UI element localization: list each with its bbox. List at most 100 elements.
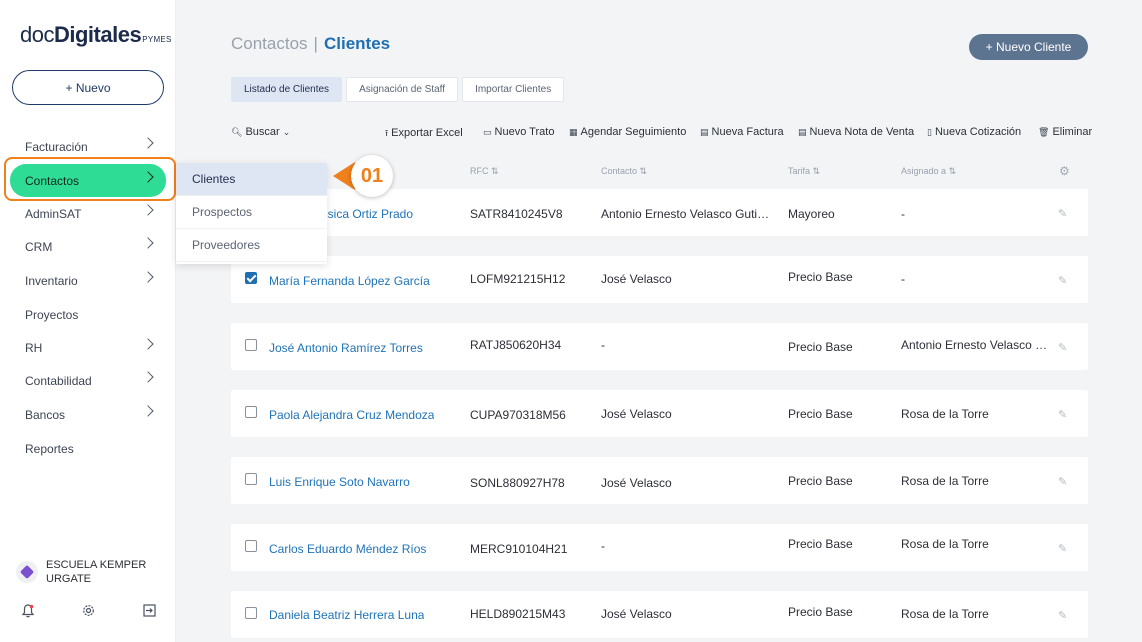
schedule-followup-button[interactable]: ▦ Agendar Seguimiento xyxy=(569,126,686,138)
tab-listado-clientes[interactable]: Listado de Clientes xyxy=(231,77,343,102)
row-checkbox[interactable] xyxy=(245,406,257,418)
row-checkbox[interactable] xyxy=(245,339,257,351)
search-button[interactable]: 🔍︎ Buscar ⌄ xyxy=(231,126,293,138)
export-excel-button[interactable]: ⭱ Exportar Excel xyxy=(385,126,463,142)
chevron-right-icon xyxy=(142,204,154,216)
sidebar-item-adminsat[interactable]: AdminSAT xyxy=(10,197,166,230)
settings-icon[interactable] xyxy=(80,604,96,620)
action-label: Nueva Nota de Venta xyxy=(809,126,915,138)
sort-icon: ⇅ xyxy=(948,166,957,176)
chevron-right-icon xyxy=(142,405,154,417)
sidebar-item-inventario[interactable]: Inventario xyxy=(10,264,166,297)
contact-cell: Antonio Ernesto Velasco Gutiér... xyxy=(601,207,773,221)
action-label: Exportar Excel xyxy=(391,127,463,139)
edit-icon[interactable]: ✎ xyxy=(1058,475,1067,488)
edit-icon[interactable]: ✎ xyxy=(1058,408,1067,421)
client-name-link[interactable]: Daniela Beatriz Herrera Luna xyxy=(269,608,424,622)
column-header-asignado[interactable]: Asignado a ⇅ xyxy=(901,166,956,177)
sidebar-item-label: Inventario xyxy=(25,273,78,288)
assigned-cell: Rosa de la Torre xyxy=(901,474,989,488)
tab-asignacion-staff[interactable]: Asignación de Staff xyxy=(346,77,459,102)
invoice-icon: ▤ xyxy=(700,127,709,137)
column-header-tarifa[interactable]: Tarifa ⇅ xyxy=(788,166,820,177)
rfc-cell: LOFM921215H12 xyxy=(470,272,566,286)
submenu-item-clientes[interactable]: Clientes xyxy=(176,163,327,196)
sidebar-item-rh[interactable]: RH xyxy=(10,331,166,364)
new-invoice-button[interactable]: ▤ Nueva Factura xyxy=(700,126,784,138)
chevron-right-icon xyxy=(142,171,154,183)
sidebar-item-contabilidad[interactable]: Contabilidad xyxy=(10,364,166,397)
app-logo[interactable]: docDigitalesPYMES xyxy=(20,22,172,48)
sidebar-item-label: Contactos xyxy=(25,173,80,188)
search-icon: 🔍︎ xyxy=(231,127,243,137)
column-header-contacto[interactable]: Contacto ⇅ xyxy=(601,166,647,177)
client-name-link[interactable]: María Fernanda López García xyxy=(269,274,430,288)
new-button[interactable]: + Nuevo xyxy=(12,70,164,105)
edit-icon[interactable]: ✎ xyxy=(1058,207,1067,220)
row-checkbox[interactable] xyxy=(245,272,257,284)
step-callout: 01 xyxy=(333,155,407,197)
submenu-item-proveedores[interactable]: Proveedores xyxy=(176,229,327,262)
gear-icon[interactable]: ⚙ xyxy=(1059,164,1070,178)
tab-importar-clientes[interactable]: Importar Clientes xyxy=(462,77,565,102)
rfc-cell: RATJ850620H34 xyxy=(470,338,562,352)
rfc-cell: MERC910104H21 xyxy=(470,542,568,556)
column-header-rfc[interactable]: RFC ⇅ xyxy=(470,166,499,177)
column-label: Asignado a xyxy=(901,166,947,176)
delete-button[interactable]: 🗑︎ Eliminar xyxy=(1038,126,1092,138)
sidebar-item-proyectos[interactable]: Proyectos xyxy=(10,298,166,331)
breadcrumb-parent[interactable]: Contactos xyxy=(231,34,308,53)
sort-icon: ⇅ xyxy=(812,166,821,176)
client-name-link[interactable]: Luis Enrique Soto Navarro xyxy=(269,475,410,489)
search-label: Buscar xyxy=(245,126,280,138)
new-client-button[interactable]: + Nuevo Cliente xyxy=(969,34,1088,60)
sidebar-item-crm[interactable]: CRM xyxy=(10,230,166,263)
sort-icon: ⇅ xyxy=(639,166,648,176)
sidebar-item-facturacion[interactable]: Facturación xyxy=(10,130,166,163)
calendar-icon: ▦ xyxy=(569,127,578,137)
rate-cell: Mayoreo xyxy=(788,207,835,221)
new-deal-button[interactable]: ▭ Nuevo Trato xyxy=(483,126,554,138)
sidebar: docDigitalesPYMES + Nuevo Facturación Co… xyxy=(0,0,176,642)
new-quote-button[interactable]: ▯ Nueva Cotización xyxy=(927,126,1021,138)
table-row[interactable]: José Antonio Ramírez Torres RATJ850620H3… xyxy=(231,323,1088,370)
sidebar-item-label: CRM xyxy=(25,239,53,254)
client-name-link[interactable]: José Antonio Ramírez Torres xyxy=(269,341,423,355)
table-row[interactable]: Daniela Beatriz Herrera Luna HELD890215M… xyxy=(231,591,1088,638)
company-name: ESCUELA KEMPER URGATE xyxy=(46,559,147,585)
submenu-item-prospectos[interactable]: Prospectos xyxy=(176,196,327,229)
edit-icon[interactable]: ✎ xyxy=(1058,341,1067,354)
logo-text-doc: doc xyxy=(20,22,54,47)
client-name-link[interactable]: Carlos Eduardo Méndez Ríos xyxy=(269,542,426,556)
row-checkbox[interactable] xyxy=(245,540,257,552)
sidebar-item-reportes[interactable]: Reportes xyxy=(10,432,166,465)
sidebar-item-bancos[interactable]: Bancos xyxy=(10,398,166,431)
notification-icon[interactable] xyxy=(20,604,36,620)
action-label: Nueva Cotización xyxy=(934,126,1022,138)
edit-icon[interactable]: ✎ xyxy=(1058,542,1067,555)
contact-cell: José Velasco xyxy=(601,607,672,621)
client-name-link[interactable]: essica Ortiz Prado xyxy=(315,207,425,221)
table-row[interactable]: Paola Alejandra Cruz Mendoza CUPA970318M… xyxy=(231,390,1088,437)
row-checkbox[interactable] xyxy=(245,607,257,619)
chevron-right-icon xyxy=(142,371,154,383)
rate-cell: Precio Base xyxy=(788,340,853,354)
client-name-link[interactable]: Paola Alejandra Cruz Mendoza xyxy=(269,408,434,422)
new-sales-note-button[interactable]: ▤ Nueva Nota de Venta xyxy=(798,126,914,138)
assigned-cell: Antonio Ernesto Velasco G... xyxy=(901,338,1053,352)
rfc-cell: CUPA970318M56 xyxy=(470,408,566,422)
company-switcher[interactable]: ESCUELA KEMPER URGATE xyxy=(16,558,156,586)
table-row[interactable]: Carlos Eduardo Méndez Ríos MERC910104H21… xyxy=(231,524,1088,571)
rate-cell: Precio Base xyxy=(788,605,853,619)
logout-icon[interactable] xyxy=(141,604,157,620)
sidebar-item-label: Proyectos xyxy=(25,307,79,322)
assigned-cell: - xyxy=(901,272,905,286)
row-checkbox[interactable] xyxy=(245,473,257,485)
edit-icon[interactable]: ✎ xyxy=(1058,274,1067,287)
sidebar-item-contactos[interactable]: Contactos xyxy=(10,164,166,197)
edit-icon[interactable]: ✎ xyxy=(1058,609,1067,622)
table-row[interactable]: María Fernanda López García LOFM921215H1… xyxy=(231,256,1088,303)
assigned-cell: Rosa de la Torre xyxy=(901,537,989,551)
sidebar-item-label: Contabilidad xyxy=(25,373,92,388)
table-row[interactable]: Luis Enrique Soto Navarro SONL880927H78 … xyxy=(231,457,1088,504)
